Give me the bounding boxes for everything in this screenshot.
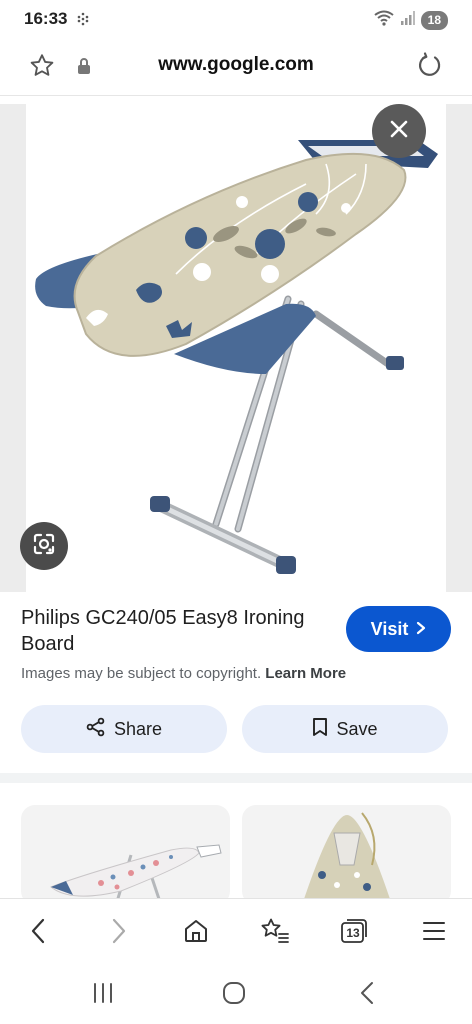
status-bar: 16:33 18	[0, 0, 472, 38]
back-icon[interactable]	[22, 915, 54, 947]
home-icon[interactable]	[180, 915, 212, 947]
image-preview-area	[0, 104, 472, 592]
tabs-icon[interactable]: 13	[338, 915, 370, 947]
menu-icon[interactable]	[418, 915, 450, 947]
signal-icon	[400, 10, 415, 31]
reload-icon[interactable]	[416, 51, 444, 79]
tab-count: 13	[346, 926, 360, 940]
chevron-right-icon	[416, 619, 426, 640]
close-icon	[389, 119, 409, 144]
close-button[interactable]	[372, 104, 426, 158]
save-button[interactable]: Save	[242, 705, 448, 753]
product-image[interactable]	[26, 104, 446, 592]
wifi-icon	[373, 9, 395, 32]
address-bar: www.google.com	[0, 38, 472, 96]
save-label: Save	[336, 718, 378, 739]
bookmark-icon	[312, 717, 328, 742]
browser-toolbar: 13	[0, 898, 472, 962]
share-button[interactable]: Share	[21, 705, 227, 753]
status-indicators: 18	[373, 9, 448, 32]
section-divider	[0, 773, 472, 783]
status-time: 16:33	[24, 9, 68, 28]
lens-icon	[31, 531, 57, 562]
product-title[interactable]: Philips GC240/05 Easy8 Ironing Board	[21, 605, 331, 657]
system-navigation-bar	[0, 962, 472, 1024]
visit-button[interactable]: Visit	[346, 606, 451, 652]
related-image-thumbnail[interactable]	[242, 805, 451, 905]
share-label: Share	[113, 718, 163, 739]
battery-indicator: 18	[420, 11, 448, 30]
lens-button[interactable]	[20, 522, 68, 570]
home-button-icon[interactable]	[219, 980, 249, 1006]
bookmarks-icon[interactable]	[259, 915, 291, 947]
forward-icon[interactable]	[103, 915, 135, 947]
visit-label: Visit	[370, 618, 409, 639]
url-text[interactable]: www.google.com	[0, 54, 472, 76]
recent-apps-icon[interactable]	[88, 980, 118, 1006]
learn-more-link[interactable]: Learn More	[265, 665, 346, 682]
copyright-notice: Images may be subject to copyright. Lear…	[21, 665, 346, 682]
copyright-text: Images may be subject to copyright.	[21, 665, 262, 682]
share-icon	[86, 717, 106, 742]
system-back-icon[interactable]	[352, 980, 382, 1006]
notification-icon	[75, 11, 91, 27]
related-image-thumbnail[interactable]	[21, 805, 230, 905]
